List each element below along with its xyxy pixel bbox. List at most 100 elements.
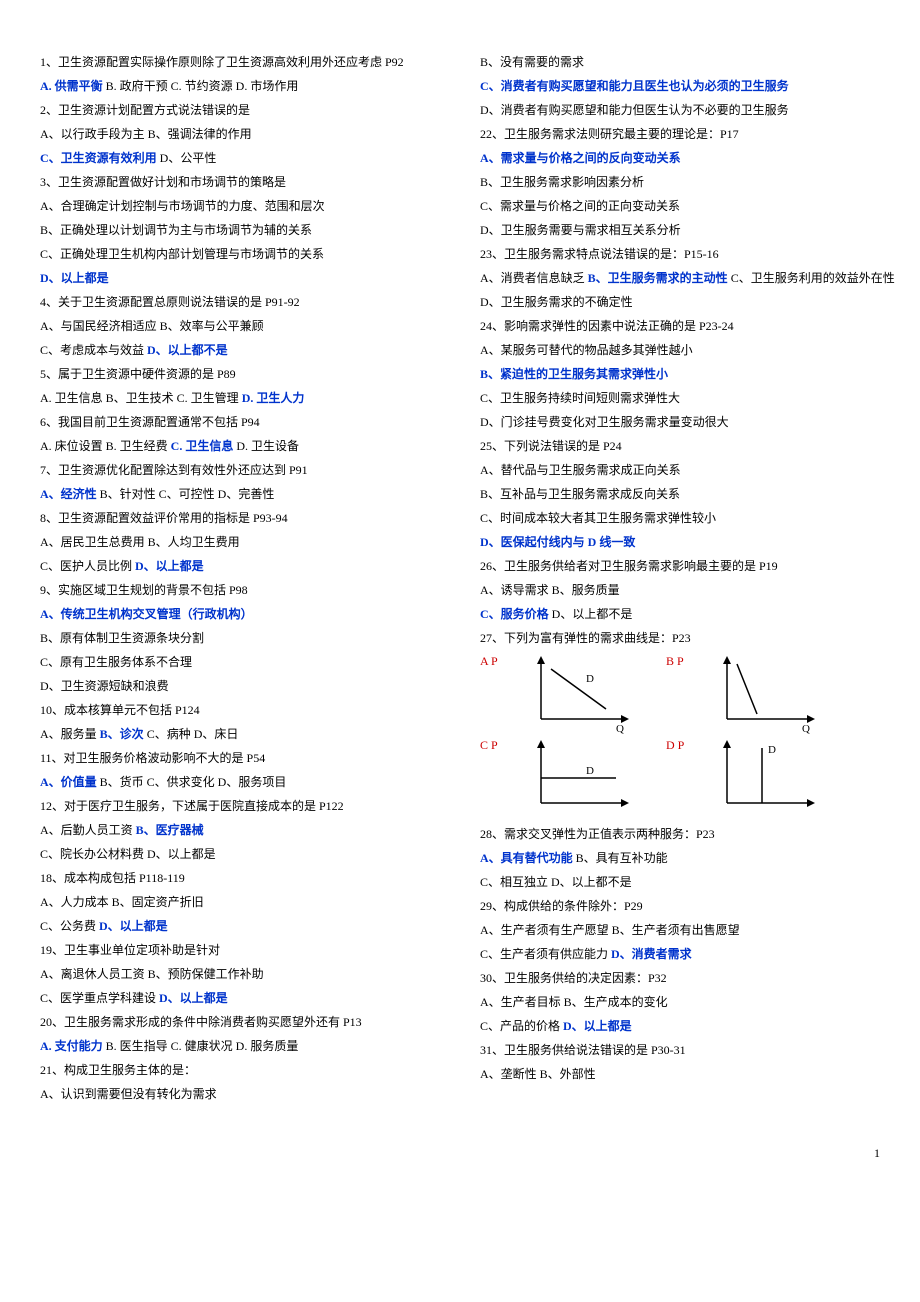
text-line: 28、需求交叉弹性为正值表示两种服务：P23 — [480, 822, 880, 846]
question-text: 18、成本构成包括 P118-119 — [40, 871, 185, 885]
text-line: 12、对于医疗卫生服务，下述属于医院直接成本的是 P122 — [40, 794, 440, 818]
text-line: A、垄断性 B、外部性 — [480, 1062, 880, 1086]
question-text: C、正确处理卫生机构内部计划管理与市场调节的关系 — [40, 247, 324, 261]
question-text: 3、卫生资源配置做好计划和市场调节的策略是 — [40, 175, 286, 189]
text-line: A、替代品与卫生服务需求成正向关系 — [480, 458, 880, 482]
answer-text: D、以上都是 — [563, 1019, 632, 1033]
answer-text: A、经济性 — [40, 487, 97, 501]
text-line: B、卫生服务需求影响因素分析 — [480, 170, 880, 194]
text-line: C、消费者有购买愿望和能力且医生也认为必须的卫生服务 — [480, 74, 880, 98]
option-text: D、以上都不是 — [549, 607, 633, 621]
question-text: 28、需求交叉弹性为正值表示两种服务：P23 — [480, 827, 715, 841]
text-line: 22、卫生服务需求法则研究最主要的理论是：P17 — [480, 122, 880, 146]
chart-label: A P — [480, 654, 522, 669]
text-line: A. 供需平衡 B. 政府干预 C. 节约资源 D. 市场作用 — [40, 74, 440, 98]
answer-text: D、以上都不是 — [147, 343, 228, 357]
question-text: 6、我国目前卫生资源配置通常不包括 P94 — [40, 415, 260, 429]
question-text: 29、构成供给的条件除外：P29 — [480, 899, 643, 913]
question-text: 24、影响需求弹性的因素中说法正确的是 P23-24 — [480, 319, 734, 333]
question-text: 11、对卫生服务价格波动影响不大的是 P54 — [40, 751, 265, 765]
text-line: C、时间成本较大者其卫生服务需求弹性较小 — [480, 506, 880, 530]
question-text: 10、成本核算单元不包括 P124 — [40, 703, 200, 717]
question-text: A、认识到需要但没有转化为需求 — [40, 1087, 217, 1101]
text-line: 5、属于卫生资源中硬件资源的是 P89 — [40, 362, 440, 386]
question-text: C、产品的价格 — [480, 1019, 563, 1033]
question-text: 31、卫生服务供给说法错误的是 P30-31 — [480, 1043, 686, 1057]
question-text: C、相互独立 D、以上都不是 — [480, 875, 632, 889]
text-line: A、合理确定计划控制与市场调节的力度、范围和层次 — [40, 194, 440, 218]
chart-svg: D — [526, 738, 636, 818]
question-text: A. 床位设置 B. 卫生经费 — [40, 439, 171, 453]
text-line: 25、下列说法错误的是 P24 — [480, 434, 880, 458]
answer-text: D、以上都是 — [135, 559, 204, 573]
text-line: D、以上都是 — [40, 266, 440, 290]
text-line: C、公务费 D、以上都是 — [40, 914, 440, 938]
question-text: A、生产者须有生产愿望 B、生产者须有出售愿望 — [480, 923, 740, 937]
answer-text: A. 支付能力 — [40, 1039, 103, 1053]
chart-svg: Q — [712, 654, 822, 734]
option-text: B. 医生指导 C. 健康状况 D. 服务质量 — [103, 1039, 299, 1053]
text-line: C、产品的价格 D、以上都是 — [480, 1014, 880, 1038]
question-text: 2、卫生资源计划配置方式说法错误的是 — [40, 103, 250, 117]
text-line: 10、成本核算单元不包括 P124 — [40, 698, 440, 722]
option-text: D. 卫生设备 — [233, 439, 299, 453]
question-text: D、卫生服务需求的不确定性 — [480, 295, 633, 309]
text-line: A、消费者信息缺乏 B、卫生服务需求的主动性 C、卫生服务利用的效益外在性 — [480, 266, 880, 290]
demand-chart: A P D Q — [480, 654, 636, 734]
question-text: A、后勤人员工资 — [40, 823, 136, 837]
svg-text:D: D — [586, 765, 594, 777]
text-line: A、认识到需要但没有转化为需求 — [40, 1082, 440, 1106]
text-line: 18、成本构成包括 P118-119 — [40, 866, 440, 890]
text-line: 11、对卫生服务价格波动影响不大的是 P54 — [40, 746, 440, 770]
text-line: B、紧迫性的卫生服务其需求弹性小 — [480, 362, 880, 386]
text-line: C、卫生服务持续时间短则需求弹性大 — [480, 386, 880, 410]
question-text: A、消费者信息缺乏 — [480, 271, 588, 285]
text-line: C、生产者须有供应能力 D、消费者需求 — [480, 942, 880, 966]
answer-text: D、以上都是 — [40, 271, 109, 285]
answer-text: B、紧迫性的卫生服务其需求弹性小 — [480, 367, 668, 381]
text-line: A、服务量 B、诊次 C、病种 D、床日 — [40, 722, 440, 746]
question-text: C、院长办公材料费 D、以上都是 — [40, 847, 216, 861]
option-text: C、卫生服务利用的效益外在性 — [728, 271, 895, 285]
text-line: 6、我国目前卫生资源配置通常不包括 P94 — [40, 410, 440, 434]
question-text: A、生产者目标 B、生产成本的变化 — [480, 995, 668, 1009]
text-line: B、没有需要的需求 — [480, 50, 880, 74]
text-line: A. 支付能力 B. 医生指导 C. 健康状况 D. 服务质量 — [40, 1034, 440, 1058]
left-column: 1、卫生资源配置实际操作原则除了卫生资源高效利用外还应考虑 P92A. 供需平衡… — [40, 50, 440, 1106]
text-line: 20、卫生服务需求形成的条件中除消费者购买愿望外还有 P13 — [40, 1010, 440, 1034]
question-text: 8、卫生资源配置效益评价常用的指标是 P93-94 — [40, 511, 288, 525]
answer-text: C、消费者有购买愿望和能力且医生也认为必须的卫生服务 — [480, 79, 789, 93]
question-text: 9、实施区域卫生规划的背景不包括 P98 — [40, 583, 248, 597]
text-line: A、居民卫生总费用 B、人均卫生费用 — [40, 530, 440, 554]
svg-text:Q: Q — [616, 723, 624, 734]
question-text: A、居民卫生总费用 B、人均卫生费用 — [40, 535, 240, 549]
text-line: 19、卫生事业单位定项补助是针对 — [40, 938, 440, 962]
text-line: C、相互独立 D、以上都不是 — [480, 870, 880, 894]
demand-chart: D PD — [666, 738, 822, 818]
text-line: 29、构成供给的条件除外：P29 — [480, 894, 880, 918]
text-line: C、卫生资源有效利用 D、公平性 — [40, 146, 440, 170]
text-line: A、以行政手段为主 B、强调法律的作用 — [40, 122, 440, 146]
text-line: C、考虑成本与效益 D、以上都不是 — [40, 338, 440, 362]
question-text: C、需求量与价格之间的正向变动关系 — [480, 199, 680, 213]
answer-text: C、卫生资源有效利用 — [40, 151, 157, 165]
text-line: 31、卫生服务供给说法错误的是 P30-31 — [480, 1038, 880, 1062]
demand-chart: B PQ — [666, 654, 822, 734]
question-text: 27、下列为富有弹性的需求曲线是：P23 — [480, 631, 691, 645]
question-text: 22、卫生服务需求法则研究最主要的理论是：P17 — [480, 127, 739, 141]
answer-text: D、以上都是 — [159, 991, 228, 1005]
question-text: C、考虑成本与效益 — [40, 343, 147, 357]
text-line: 2、卫生资源计划配置方式说法错误的是 — [40, 98, 440, 122]
question-text: A、人力成本 B、固定资产折旧 — [40, 895, 204, 909]
answer-text: D、以上都是 — [99, 919, 168, 933]
text-line: D、门诊挂号费变化对卫生服务需求量变动很大 — [480, 410, 880, 434]
chart-row: A PDQB PQ — [480, 654, 880, 734]
question-text: 23、卫生服务需求特点说法错误的是：P15-16 — [480, 247, 719, 261]
question-text: 25、下列说法错误的是 P24 — [480, 439, 622, 453]
svg-text:Q: Q — [802, 723, 810, 734]
text-line: A、生产者须有生产愿望 B、生产者须有出售愿望 — [480, 918, 880, 942]
svg-text:D: D — [586, 673, 594, 685]
text-line: 4、关于卫生资源配置总原则说法错误的是 P91-92 — [40, 290, 440, 314]
text-line: A、诱导需求 B、服务质量 — [480, 578, 880, 602]
option-text: B、针对性 C、可控性 D、完善性 — [97, 487, 275, 501]
